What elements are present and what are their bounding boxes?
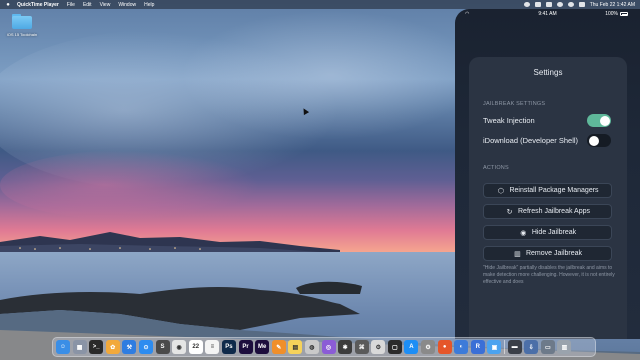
iphone-mirror-window: ◠ 9:41 AM 100% Settings JAILBREAK SETTIN… xyxy=(455,9,640,339)
terminal-icon[interactable]: >_ xyxy=(89,340,104,354)
tweak-injection-label: Tweak Injection xyxy=(483,116,535,125)
control-center-icon[interactable] xyxy=(578,2,585,7)
reinstall-package-managers-label: Reinstall Package Managers xyxy=(509,187,599,194)
firefox-icon[interactable]: ● xyxy=(437,340,452,354)
battery-indicator: 100% xyxy=(605,11,628,17)
system-settings-icon[interactable]: ⚙ xyxy=(421,340,436,354)
safari-icon[interactable]: ⊙ xyxy=(138,340,153,354)
hide-jailbreak-label: Hide Jailbreak xyxy=(531,229,577,236)
desktop-folder[interactable]: iOS 15 Toolchain xyxy=(4,14,40,37)
battery-icon xyxy=(620,12,628,16)
refresh-jailbreak-apps-button[interactable]: ↻ Refresh Jailbreak Apps xyxy=(483,204,612,219)
dock-separator xyxy=(504,340,506,354)
refresh-jailbreak-apps-label: Refresh Jailbreak Apps xyxy=(518,208,590,215)
trash-icon: ▥ xyxy=(514,250,521,258)
menu-bar: ● QuickTime Player File Edit View Window… xyxy=(0,0,640,9)
trash-icon[interactable]: ▥ xyxy=(557,340,572,354)
menu-window[interactable]: Window xyxy=(118,2,136,8)
wifi-icon[interactable] xyxy=(556,2,563,7)
reality-icon[interactable]: R xyxy=(470,340,485,354)
search-icon[interactable] xyxy=(567,2,574,7)
preview-icon[interactable]: ▣ xyxy=(487,340,502,354)
utility-icon[interactable]: ◍ xyxy=(304,340,319,354)
downloads-icon[interactable]: ⇩ xyxy=(524,340,539,354)
ios-status-bar: ◠ 9:41 AM 100% xyxy=(455,9,640,19)
idownload-label: iDownload (Developer Shell) xyxy=(483,136,579,145)
apple-icon[interactable]: ● xyxy=(5,2,11,8)
xcode-icon[interactable]: ⚒ xyxy=(122,340,137,354)
pages-icon[interactable]: ✎ xyxy=(271,340,286,354)
finder-icon[interactable]: ☺ xyxy=(56,340,70,354)
window-icon[interactable]: ▢ xyxy=(387,340,402,354)
jailbreak-settings-header: JAILBREAK SETTINGS xyxy=(483,101,546,107)
activity-icon[interactable]: ✱ xyxy=(338,340,353,354)
reminders-icon[interactable]: ≡ xyxy=(205,340,220,354)
chrome-icon[interactable]: ◉ xyxy=(172,340,187,354)
refresh-icon: ↻ xyxy=(506,208,513,216)
menu-app-name[interactable]: QuickTime Player xyxy=(17,2,59,8)
tweak-injection-toggle[interactable] xyxy=(587,114,611,127)
photos-icon[interactable]: ✿ xyxy=(105,340,120,354)
hide-jailbreak-footnote: "Hide Jailbreak" partially disables the … xyxy=(483,265,615,285)
actions-header: ACTIONS xyxy=(483,165,509,171)
launchpad-icon[interactable]: ▦ xyxy=(72,340,87,354)
screen-icon[interactable]: ▬ xyxy=(507,340,522,354)
eye-icon: ◉ xyxy=(520,229,527,237)
menu-edit[interactable]: Edit xyxy=(83,2,92,8)
folder-icon xyxy=(12,14,32,29)
notes-icon[interactable]: ▤ xyxy=(288,340,303,354)
calendar-icon[interactable]: 22 xyxy=(188,340,203,354)
remove-jailbreak-button[interactable]: ▥ Remove Jailbreak xyxy=(483,246,612,261)
wallpaper-cloud xyxy=(0,150,260,220)
package-icon: ⬡ xyxy=(497,187,504,195)
folder-label: iOS 15 Toolchain xyxy=(6,32,38,37)
github-icon[interactable]: ◎ xyxy=(321,340,336,354)
browser-icon[interactable]: ◐ xyxy=(454,340,469,354)
tool-icon[interactable]: ⚙ xyxy=(371,340,386,354)
menu-view[interactable]: View xyxy=(100,2,111,8)
hide-jailbreak-button[interactable]: ◉ Hide Jailbreak xyxy=(483,225,612,240)
media-encoder-icon[interactable]: Me xyxy=(255,340,270,354)
status-icon[interactable] xyxy=(545,2,552,7)
menu-help[interactable]: Help xyxy=(144,2,154,8)
menu-clock[interactable]: Thu Feb 22 1:42 AM xyxy=(590,2,635,8)
remove-jailbreak-label: Remove Jailbreak xyxy=(525,250,583,257)
scripts-icon[interactable]: ⌘ xyxy=(354,340,369,354)
dock: ☺ ▦ >_ ✿ ⚒ ⊙ S ◉ 22 ≡ Ps Pr Me ✎ ▤ ◍ ◎ ✱ ⌘ ⚙ ▢ A ⚙ ● ◐ R ▣ ▬ ⇩ ▭ ▥ xyxy=(52,337,596,357)
status-icon[interactable] xyxy=(523,2,530,7)
folder-icon[interactable]: ▭ xyxy=(540,340,555,354)
settings-title: Settings xyxy=(533,68,563,77)
premiere-icon[interactable]: Pr xyxy=(238,340,253,354)
settings-sheet: Settings JAILBREAK SETTINGS Tweak Inject… xyxy=(469,57,627,339)
idownload-toggle[interactable] xyxy=(587,134,611,147)
reinstall-package-managers-button[interactable]: ⬡ Reinstall Package Managers xyxy=(483,183,612,198)
menu-extras: Thu Feb 22 1:42 AM xyxy=(523,2,635,8)
sublime-icon[interactable]: S xyxy=(155,340,170,354)
status-icon[interactable] xyxy=(534,2,541,7)
photoshop-icon[interactable]: Ps xyxy=(221,340,236,354)
menu-file[interactable]: File xyxy=(67,2,75,8)
app-store-icon[interactable]: A xyxy=(404,340,419,354)
wallpaper-cloud xyxy=(180,10,480,140)
battery-percent: 100% xyxy=(605,11,618,17)
